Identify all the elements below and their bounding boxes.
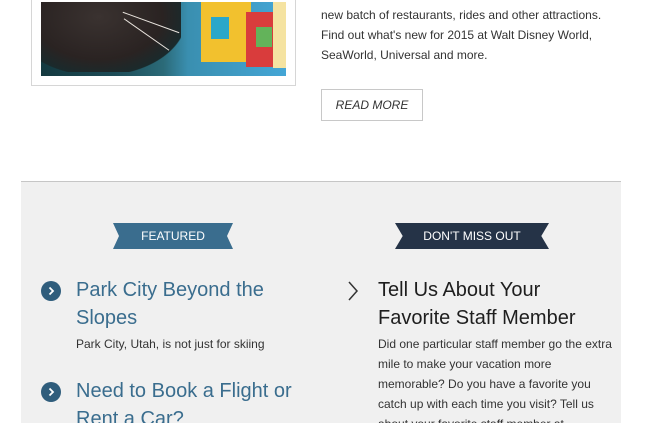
chevron-right-circle-icon[interactable] — [41, 382, 61, 402]
chevron-right-icon[interactable] — [346, 280, 360, 302]
featured-item: Park City Beyond the Slopes Park City, U… — [76, 276, 296, 354]
article-photo-frame[interactable] — [31, 0, 296, 86]
dont-miss-title[interactable]: Tell Us About Your Favorite Staff Member — [378, 276, 613, 332]
promo-panel: FEATURED DON'T MISS OUT Park City Beyond… — [21, 181, 621, 423]
dont-miss-description: Did one particular staff member go the e… — [378, 337, 612, 423]
featured-ribbon: FEATURED — [113, 223, 233, 249]
featured-item-title[interactable]: Need to Book a Flight or Rent a Car? — [76, 377, 306, 423]
featured-item-title[interactable]: Park City Beyond the Slopes — [76, 276, 296, 332]
featured-item-description: Park City, Utah, is not just for skiing — [76, 337, 265, 351]
read-more-button[interactable]: READ MORE — [321, 89, 423, 121]
article-intro-text: new batch of restaurants, rides and othe… — [321, 8, 602, 62]
dont-miss-ribbon-label: DON'T MISS OUT — [423, 229, 521, 243]
chevron-right-circle-icon[interactable] — [41, 281, 61, 301]
featured-item: Need to Book a Flight or Rent a Car? — [76, 377, 306, 423]
dont-miss-item: Tell Us About Your Favorite Staff Member… — [378, 276, 613, 423]
featured-ribbon-label: FEATURED — [141, 229, 205, 243]
article-photo[interactable] — [41, 2, 286, 76]
dont-miss-ribbon: DON'T MISS OUT — [395, 223, 549, 249]
